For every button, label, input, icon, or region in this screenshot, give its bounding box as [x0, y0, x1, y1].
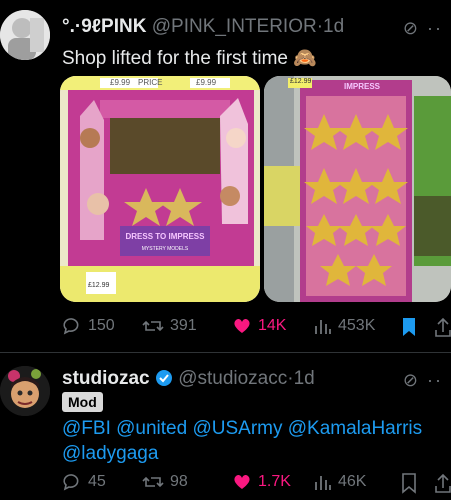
post-header: studiozac @studiozacc·1d	[62, 368, 315, 390]
like-button[interactable]: 1.7K	[232, 472, 291, 492]
timestamp[interactable]: 1d	[323, 16, 344, 37]
like-button[interactable]: 14K	[232, 316, 286, 336]
brand-label: IMPRESS	[344, 82, 381, 91]
reply-count: 45	[88, 473, 106, 490]
price-top-right: £9.99	[196, 78, 217, 87]
heart-filled-icon	[234, 474, 250, 489]
action-bar: 150 391 14K 453K	[62, 316, 451, 342]
subtitle-label: MYSTERY MODELS	[141, 246, 189, 252]
grok-icon[interactable]: ⊘	[403, 370, 420, 390]
avatar[interactable]	[0, 10, 50, 60]
views-count: 453K	[338, 317, 376, 334]
bookmark-icon	[402, 473, 416, 494]
media-image-1[interactable]: £9.99 PRICE £9.99 DRESS TO IMPRESS MYSTE…	[60, 76, 260, 302]
bookmark-filled-icon	[403, 318, 415, 336]
brand-label: DRESS TO IMPRESS	[125, 232, 205, 241]
like-count: 1.7K	[258, 473, 291, 490]
star-shelf-illustration	[264, 76, 451, 302]
share-button[interactable]	[434, 316, 451, 338]
retweet-icon	[142, 476, 164, 488]
retweet-icon	[142, 320, 164, 332]
retweet-count: 98	[170, 473, 188, 490]
avatar-image	[0, 10, 50, 60]
mentions-line-2[interactable]: @ladygaga	[62, 441, 442, 466]
bookmark-button[interactable]	[400, 472, 418, 494]
post-divider	[0, 352, 451, 353]
mentions-line-1[interactable]: @FBI @united @USArmy @KamalaHarris	[62, 416, 442, 441]
reply-count: 150	[88, 317, 115, 334]
post-top-icons: ⊘ ··	[403, 370, 443, 391]
post-top-icons: ⊘ ··	[403, 18, 443, 39]
grok-icon[interactable]: ⊘	[403, 18, 420, 38]
heart-filled-icon	[234, 318, 250, 333]
price-top-left: £9.99	[110, 78, 131, 87]
media-image-2[interactable]: £12.99 IMPRESS	[264, 76, 451, 302]
views-icon	[315, 476, 331, 490]
retweet-count: 391	[170, 317, 197, 334]
reply-icon	[63, 474, 79, 491]
store-display-illustration	[60, 76, 260, 302]
price-top-label: PRICE	[138, 78, 163, 87]
handle[interactable]: @studiozacc	[178, 368, 287, 389]
views-button[interactable]: 453K	[314, 316, 375, 336]
views-count: 46K	[338, 473, 367, 490]
handle[interactable]: @PINK_INTERIOR	[152, 16, 317, 37]
price-tag: £12.99	[290, 78, 312, 85]
more-options-icon[interactable]: ··	[427, 18, 443, 38]
mod-badge: Mod	[62, 392, 103, 412]
bookmark-button[interactable]	[400, 316, 418, 338]
see-no-evil-emoji: 🙈	[293, 48, 317, 69]
display-name[interactable]: studiozac	[62, 368, 150, 389]
share-icon	[435, 473, 451, 493]
avatar-image	[0, 366, 50, 416]
post-text: Shop lifted for the first time 🙈	[62, 46, 317, 70]
post-text: @FBI @united @USArmy @KamalaHarris @lady…	[62, 416, 442, 466]
views-icon	[315, 320, 331, 334]
reply-button[interactable]: 150	[62, 316, 115, 336]
reply-icon	[63, 318, 79, 335]
timestamp[interactable]: 1d	[294, 368, 315, 389]
more-options-icon[interactable]: ··	[427, 370, 443, 390]
avatar[interactable]	[0, 366, 50, 416]
share-button[interactable]	[434, 472, 451, 494]
verified-badge-icon[interactable]	[155, 369, 173, 387]
share-icon	[435, 317, 451, 337]
price-bottom: £12.99	[88, 282, 110, 289]
views-button[interactable]: 46K	[314, 472, 366, 492]
retweet-button[interactable]: 391	[142, 316, 197, 336]
retweet-button[interactable]: 98	[142, 472, 188, 492]
display-name[interactable]: °.·9ℓPINK	[62, 16, 146, 37]
reply-button[interactable]: 45	[62, 472, 106, 492]
like-count: 14K	[258, 317, 287, 334]
action-bar: 45 98 1.7K 46K	[62, 472, 451, 498]
post-header: °.·9ℓPINK @PINK_INTERIOR·1d	[62, 16, 344, 38]
post-text-content: Shop lifted for the first time	[62, 48, 288, 69]
